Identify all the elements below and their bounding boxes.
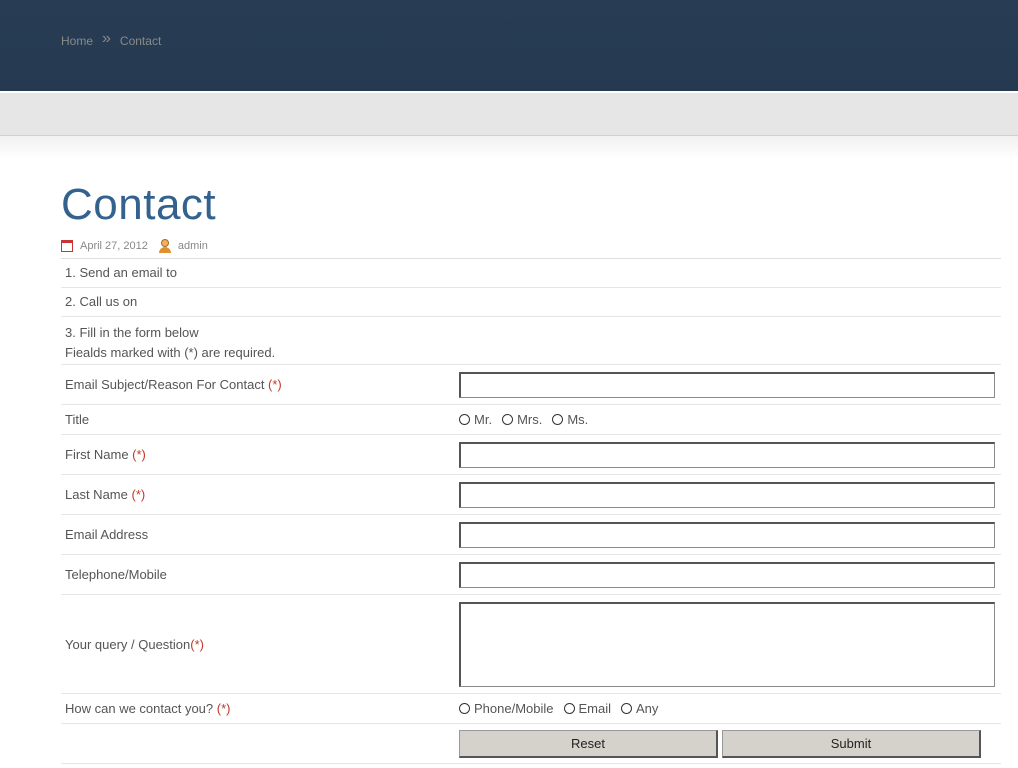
query-label: Your query / Question(*): [65, 636, 204, 652]
required-marker: (*): [216, 701, 231, 716]
radio-button[interactable]: [459, 703, 470, 714]
phone-row: Telephone/Mobile: [61, 555, 1001, 595]
first-name-row: First Name (*): [61, 435, 1001, 475]
subject-label: Email Subject/Reason For Contact (*): [65, 377, 282, 392]
radio-button[interactable]: [459, 414, 470, 425]
email-label: Email Address: [65, 527, 149, 542]
radio-button[interactable]: [563, 703, 575, 714]
email-input[interactable]: [459, 521, 995, 548]
calendar-icon: [61, 240, 73, 252]
intro-form-line: 3. Fill in the form below: [65, 325, 199, 340]
subject-input[interactable]: [459, 371, 995, 398]
title-option-mrs[interactable]: Mrs.: [502, 412, 542, 427]
required-note: Fiealds marked with (*) are required.: [65, 345, 276, 360]
radio-button[interactable]: [502, 414, 514, 425]
user-icon: [158, 239, 172, 253]
first-name-label: First Name (*): [65, 447, 146, 462]
submit-button[interactable]: Submit: [722, 729, 981, 758]
post-author[interactable]: admin: [178, 240, 208, 252]
post-meta: April 27, 2012 admin: [61, 238, 1001, 259]
contact-method-label: How can we contact you? (*): [65, 701, 231, 716]
required-marker: (*): [131, 487, 146, 502]
contact-option-email[interactable]: Email: [563, 701, 611, 716]
breadcrumb-bar: [0, 93, 1018, 159]
breadcrumb-current[interactable]: Contact: [120, 34, 161, 48]
breadcrumb: Home » Contact: [61, 30, 161, 49]
first-name-input[interactable]: [459, 441, 995, 468]
form-actions: Reset Submit: [455, 729, 1001, 758]
required-marker: (*): [132, 447, 146, 462]
breadcrumb-home-link[interactable]: Home: [61, 34, 93, 48]
contact-method-row: How can we contact you? (*) Phone/Mobile…: [61, 694, 1001, 724]
title-option-mr[interactable]: Mr.: [459, 412, 492, 427]
title-options: Mr. Mrs. Ms.: [455, 412, 1001, 427]
contact-option-phone[interactable]: Phone/Mobile: [459, 701, 554, 716]
required-marker: (*): [268, 377, 282, 392]
radio-button[interactable]: [621, 703, 633, 714]
intro-call: 2. Call us on: [61, 288, 1001, 317]
query-textarea[interactable]: [459, 601, 995, 687]
title-option-ms[interactable]: Ms.: [552, 412, 588, 427]
contact-method-options: Phone/Mobile Email Any: [455, 701, 1001, 716]
required-marker: (*): [190, 636, 204, 652]
last-name-input[interactable]: [459, 481, 995, 508]
radio-button[interactable]: [552, 414, 564, 425]
breadcrumb-separator: »: [102, 30, 111, 47]
phone-label: Telephone/Mobile: [65, 567, 167, 582]
query-row: Your query / Question(*): [61, 595, 1001, 694]
intro-form: 3. Fill in the form below Fiealds marked…: [61, 317, 1001, 365]
email-row: Email Address: [61, 515, 1001, 555]
buttons-row: Reset Submit: [61, 724, 1001, 764]
contact-option-any[interactable]: Any: [621, 701, 658, 716]
last-name-label: Last Name (*): [65, 487, 146, 502]
phone-input[interactable]: [459, 561, 995, 588]
reset-button[interactable]: Reset: [459, 729, 718, 758]
title-label: Title: [65, 412, 90, 427]
title-row: Title Mr. Mrs. Ms.: [61, 405, 1001, 435]
page-title: Contact: [61, 180, 217, 229]
main-content: Contact April 27, 2012 admin 1. Send an …: [61, 178, 1001, 764]
last-name-row: Last Name (*): [61, 475, 1001, 515]
subject-row: Email Subject/Reason For Contact (*): [61, 365, 1001, 405]
post-date: April 27, 2012: [80, 240, 148, 252]
intro-email: 1. Send an email to: [61, 259, 1001, 288]
